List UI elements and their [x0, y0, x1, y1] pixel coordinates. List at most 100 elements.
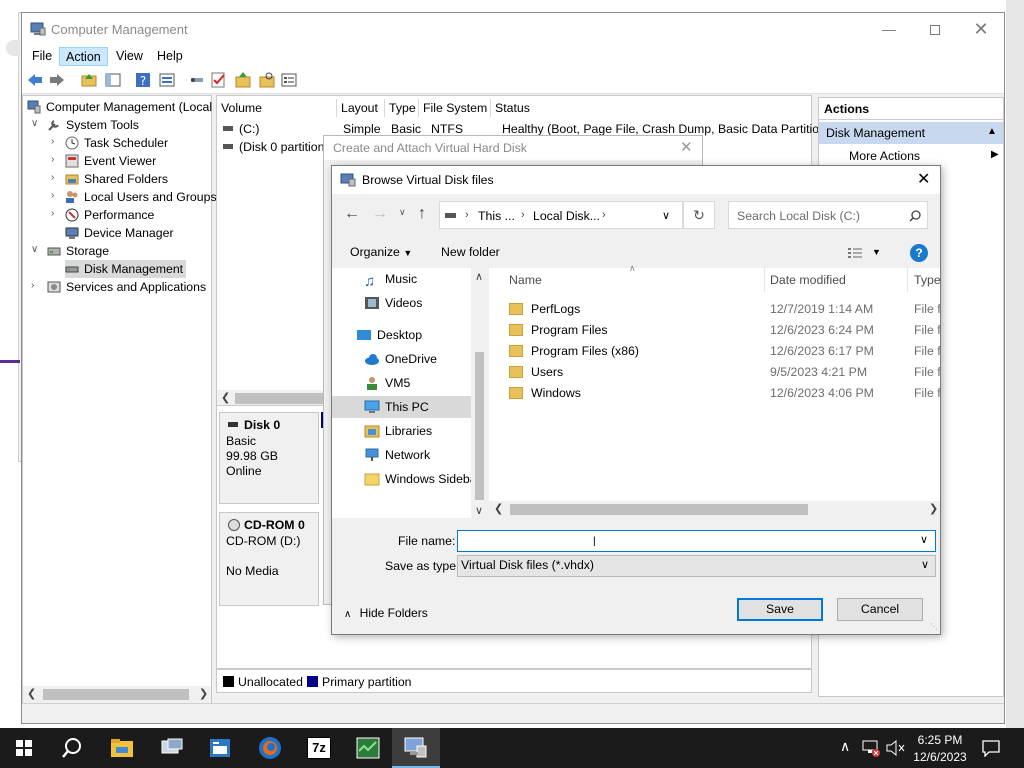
help-icon[interactable]: ?	[910, 244, 928, 262]
scroll-right-icon[interactable]: ❯	[929, 502, 938, 515]
column-name[interactable]: Name	[509, 273, 542, 287]
tree-item-performance[interactable]: Performance	[65, 206, 154, 224]
cancel-button[interactable]: Cancel	[837, 598, 923, 621]
back-arrow-icon[interactable]	[26, 71, 44, 89]
scroll-thumb[interactable]	[235, 393, 325, 404]
more-actions-item[interactable]: More Actions ▶	[819, 146, 1003, 166]
tree-item-services[interactable]: Services and Applications	[47, 278, 206, 296]
breadcrumb-local-disk[interactable]: Local Disk...	[533, 209, 600, 223]
show-hidden-icons-icon[interactable]: ∧	[840, 738, 850, 755]
server-manager-button[interactable]	[196, 728, 244, 768]
save-type-dropdown-icon[interactable]: ∨	[921, 556, 929, 575]
nav-item-libraries[interactable]: Libraries	[364, 420, 432, 442]
file-name-input[interactable]: Ɩ ∨	[457, 530, 936, 552]
file-explorer-button[interactable]	[98, 728, 146, 768]
column-date-modified[interactable]: Date modified	[770, 273, 846, 287]
tree-item-event-viewer[interactable]: Event Viewer	[65, 152, 156, 170]
file-row-windows[interactable]: Windows	[509, 383, 581, 403]
collapse-arrow-icon[interactable]: ›	[51, 208, 54, 219]
up-button[interactable]: ↑	[418, 205, 426, 223]
collapse-arrow-icon[interactable]: ›	[51, 136, 54, 147]
sevenzip-button[interactable]: 7z	[294, 728, 342, 768]
column-type[interactable]: Type	[914, 273, 941, 287]
minimize-button[interactable]: —	[866, 13, 912, 45]
menu-help[interactable]: Help	[151, 47, 189, 66]
collapse-arrow-icon[interactable]: ›	[51, 190, 54, 201]
network-app-button[interactable]	[148, 728, 196, 768]
file-horizontal-scrollbar[interactable]: ❮ ❯	[489, 501, 940, 518]
file-row-program-files[interactable]: Program Files	[509, 320, 608, 340]
tree-item-local-users[interactable]: Local Users and Groups	[65, 188, 217, 206]
scroll-left-icon[interactable]: ❮	[27, 687, 36, 700]
tree-item-disk-management[interactable]: Disk Management	[65, 260, 187, 278]
scroll-thumb[interactable]	[510, 504, 808, 515]
column-volume[interactable]: Volume	[217, 99, 337, 117]
search-box[interactable]: Search Local Disk (C:)	[728, 201, 928, 229]
new-folder-button[interactable]: New folder	[441, 245, 500, 259]
column-type[interactable]: Type	[385, 99, 419, 117]
resize-grip-icon[interactable]: ⋱	[930, 622, 938, 631]
up-folder-icon[interactable]	[80, 71, 98, 89]
nav-item-this-pc[interactable]: This PC	[332, 396, 471, 418]
scroll-thumb[interactable]	[475, 352, 484, 500]
save-button[interactable]: Save	[737, 598, 823, 621]
scroll-thumb[interactable]	[43, 689, 189, 700]
maximize-button[interactable]	[912, 13, 958, 45]
expand-arrow-icon[interactable]: ∨	[31, 118, 38, 129]
network-status-icon[interactable]	[862, 739, 880, 757]
properties-icon[interactable]	[158, 71, 176, 89]
nav-item-network[interactable]: Network	[364, 444, 430, 466]
column-file-system[interactable]: File System	[419, 99, 491, 117]
settings-list-icon[interactable]	[280, 71, 298, 89]
computer-management-taskbar-button[interactable]	[392, 728, 440, 768]
scroll-down-icon[interactable]: ∨	[475, 504, 483, 517]
hide-folders-button[interactable]: ∧ Hide Folders	[344, 606, 428, 620]
address-bar[interactable]: › This ... › Local Disk... › ∨	[439, 201, 683, 229]
tree-horizontal-scrollbar[interactable]: ❮ ❯	[23, 686, 211, 703]
scroll-right-icon[interactable]: ❯	[199, 687, 208, 700]
folder-up-icon[interactable]	[234, 71, 252, 89]
column-layout[interactable]: Layout	[337, 99, 385, 117]
menu-action[interactable]: Action	[59, 47, 108, 66]
nav-item-desktop[interactable]: Desktop	[356, 324, 422, 346]
scroll-up-icon[interactable]: ∧	[475, 270, 483, 283]
tree-item-device-manager[interactable]: Device Manager	[65, 224, 174, 242]
search-folder-icon[interactable]	[258, 71, 276, 89]
close-button[interactable]: ✕	[958, 13, 1004, 45]
nav-item-windows-sidebar[interactable]: Windows Sideba	[364, 468, 486, 490]
scroll-left-icon[interactable]: ❮	[221, 391, 230, 404]
start-button[interactable]	[0, 728, 48, 768]
help-icon[interactable]: ?	[134, 71, 152, 89]
clock-time[interactable]: 6:25 PM	[905, 733, 975, 747]
nav-item-onedrive[interactable]: OneDrive	[364, 348, 437, 370]
view-dropdown-icon[interactable]: ▼	[872, 247, 881, 257]
tree-root[interactable]: Computer Management (Local	[27, 98, 212, 116]
nav-item-videos[interactable]: Videos	[364, 292, 422, 314]
actions-section-disk-management[interactable]: Disk Management ▲	[819, 122, 1003, 144]
task-manager-button[interactable]	[344, 728, 392, 768]
collapse-arrow-icon[interactable]: ›	[51, 154, 54, 165]
disk-0-box[interactable]: Disk 0 Basic 99.98 GB Online	[219, 412, 319, 504]
file-row-users[interactable]: Users	[509, 362, 563, 382]
check-icon[interactable]	[210, 71, 228, 89]
connect-icon[interactable]	[188, 71, 206, 89]
search-button[interactable]	[48, 728, 96, 768]
organize-button[interactable]: Organize ▼	[350, 245, 412, 259]
save-type-select[interactable]: Virtual Disk files (*.vhdx) ∨	[457, 555, 936, 577]
column-status[interactable]: Status	[491, 99, 811, 117]
tree-item-system-tools[interactable]: System Tools	[47, 116, 139, 134]
forward-button[interactable]: →	[372, 205, 388, 223]
volume-muted-icon[interactable]	[886, 740, 906, 756]
nav-vertical-scrollbar[interactable]: ∧ ∨	[471, 268, 488, 518]
scroll-left-icon[interactable]: ❮	[494, 502, 503, 515]
cdrom-0-box[interactable]: CD-ROM 0 CD-ROM (D:) No Media	[219, 512, 319, 606]
forward-arrow-icon[interactable]	[48, 71, 66, 89]
address-dropdown-icon[interactable]: ∨	[662, 209, 670, 222]
menu-view[interactable]: View	[110, 47, 149, 66]
collapse-arrow-icon[interactable]: ›	[31, 280, 34, 291]
nav-item-vm5[interactable]: VM5	[364, 372, 410, 394]
breadcrumb-this-pc[interactable]: This ...	[478, 209, 515, 223]
expand-arrow-icon[interactable]: ∨	[31, 244, 38, 255]
back-button[interactable]: ←	[344, 205, 360, 223]
view-options-icon[interactable]	[847, 246, 863, 260]
